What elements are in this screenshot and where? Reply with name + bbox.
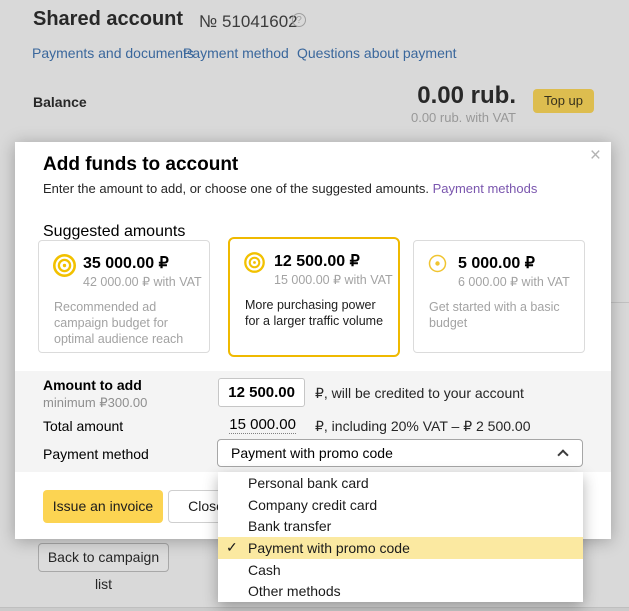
card-vat: 6 000.00 ₽ with VAT xyxy=(458,274,570,289)
suggested-amount-card-5000[interactable]: 5 000.00 ₽ 6 000.00 ₽ with VAT Get start… xyxy=(413,240,585,353)
suggested-amounts-heading: Suggested amounts xyxy=(43,223,185,241)
dropdown-option-payment-with-promo-code[interactable]: ✓Payment with promo code xyxy=(218,537,583,559)
background-divider xyxy=(611,302,629,303)
modal-subtitle: Enter the amount to add, or choose one o… xyxy=(43,181,537,196)
amount-to-add-label: Amount to add xyxy=(43,377,142,393)
checkmark-icon: ✓ xyxy=(226,539,238,556)
nav-link-payment-method[interactable]: Payment method xyxy=(183,45,289,61)
balance-vat-value: 0.00 rub. with VAT xyxy=(411,110,516,125)
total-suffix-text: ₽, including 20% VAT – ₽ 2 500.00 xyxy=(315,418,531,435)
close-icon[interactable]: × xyxy=(590,146,601,165)
nav-link-payments-and-documents[interactable]: Payments and documents xyxy=(32,45,194,61)
balance-value: 0.00 rub. xyxy=(411,83,516,108)
minimum-amount-hint: minimum ₽300.00 xyxy=(43,395,147,411)
balance-label: Balance xyxy=(33,94,87,110)
payment-method-select[interactable]: Payment with promo code xyxy=(217,439,583,467)
card-description: Recommended ad campaign budget for optim… xyxy=(54,299,201,347)
dropdown-option-personal-bank-card[interactable]: Personal bank card xyxy=(218,472,583,494)
card-description: More purchasing power for a larger traff… xyxy=(245,297,392,329)
chevron-up-icon xyxy=(557,449,568,460)
card-description: Get started with a basic budget xyxy=(429,299,576,331)
modal-subtitle-text: Enter the amount to add, or choose one o… xyxy=(43,181,429,196)
payment-method-label: Payment method xyxy=(43,446,149,462)
payment-method-dropdown: Personal bank card Company credit card B… xyxy=(218,472,583,602)
background-bottom-strip xyxy=(0,607,629,611)
shared-account-page: Shared account № 51041602 ? Payments and… xyxy=(0,0,629,611)
coin-target-icon xyxy=(243,251,266,279)
payment-methods-link[interactable]: Payment methods xyxy=(433,181,538,196)
coin-target-icon xyxy=(427,253,448,279)
payment-method-selected-value: Payment with promo code xyxy=(231,445,393,461)
top-up-button[interactable]: Top up xyxy=(533,89,594,113)
issue-invoice-button[interactable]: Issue an invoice xyxy=(43,490,163,523)
card-amount: 5 000.00 ₽ xyxy=(458,253,535,273)
suggested-amount-card-35000[interactable]: 35 000.00 ₽ 42 000.00 ₽ with VAT Recomme… xyxy=(38,240,210,353)
nav-link-questions-about-payment[interactable]: Questions about payment xyxy=(297,45,457,61)
back-to-campaign-list-button[interactable]: Back to campaign list xyxy=(38,543,169,572)
total-amount-label: Total amount xyxy=(43,418,123,434)
amount-input[interactable] xyxy=(218,378,305,407)
help-icon[interactable]: ? xyxy=(292,13,306,27)
card-amount: 12 500.00 ₽ xyxy=(274,251,360,271)
dropdown-option-bank-transfer[interactable]: Bank transfer xyxy=(218,515,583,537)
total-amount-value: 15 000.00 xyxy=(218,416,305,433)
amount-suffix-text: ₽, will be credited to your account xyxy=(315,385,524,402)
balance-box: 0.00 rub. 0.00 rub. with VAT xyxy=(411,83,516,125)
modal-title: Add funds to account xyxy=(43,154,238,176)
card-amount: 35 000.00 ₽ xyxy=(83,253,169,273)
dropdown-option-other-methods[interactable]: Other methods xyxy=(218,580,583,602)
dropdown-option-cash[interactable]: Cash xyxy=(218,559,583,581)
page-title: Shared account xyxy=(33,8,183,31)
dropdown-option-company-credit-card[interactable]: Company credit card xyxy=(218,494,583,516)
card-vat: 15 000.00 ₽ with VAT xyxy=(274,272,393,287)
account-number: № 51041602 xyxy=(199,12,298,32)
suggested-amount-card-12500-selected[interactable]: 12 500.00 ₽ 15 000.00 ₽ with VAT More pu… xyxy=(228,237,400,357)
card-vat: 42 000.00 ₽ with VAT xyxy=(83,274,202,289)
coin-target-icon xyxy=(52,253,77,283)
